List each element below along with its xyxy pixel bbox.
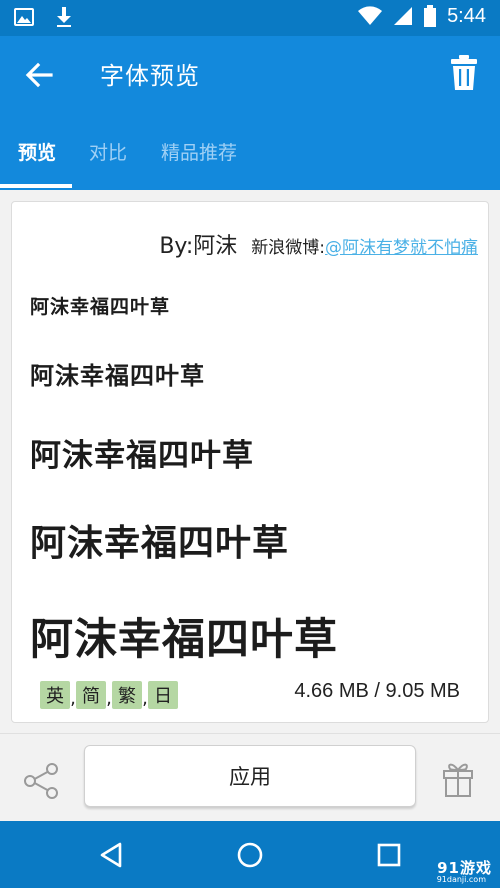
weibo-label: 新浪微博: [251, 238, 325, 258]
nav-back-icon [100, 842, 122, 868]
image-icon [14, 8, 34, 26]
nav-back-button[interactable] [96, 839, 128, 871]
file-size-info: 4.66 MB / 9.05 MB [294, 680, 460, 702]
font-sample-xl: 阿沫幸福四叶草 [30, 615, 338, 665]
gift-button[interactable] [442, 760, 474, 798]
download-icon [57, 7, 71, 27]
apply-button[interactable]: 应用 [84, 745, 416, 807]
lang-tag-english: 英 [40, 681, 70, 709]
watermark-subtext: 91danji.com [436, 875, 486, 884]
lang-tag-japanese: 日 [148, 681, 178, 709]
tab-recommended[interactable]: 精品推荐 [161, 138, 237, 165]
share-icon [24, 763, 58, 799]
status-bar: 5:44 [0, 0, 500, 36]
tab-preview[interactable]: 预览 [18, 138, 56, 165]
status-time: 5:44 [447, 4, 486, 27]
share-button[interactable] [22, 762, 60, 800]
watermark: 91游戏 91danji.com [402, 859, 492, 885]
language-tags: 英 , 简 , 繁 , 日 [40, 681, 178, 709]
signal-icon [394, 7, 413, 25]
back-arrow-icon [25, 62, 53, 88]
nav-recents-icon [377, 843, 401, 867]
nav-home-button[interactable] [234, 839, 266, 871]
delete-button[interactable] [448, 54, 480, 92]
font-author: By:阿沫 [159, 234, 238, 259]
nav-recents-button[interactable] [373, 839, 405, 871]
battery-icon [424, 5, 437, 27]
trash-icon [451, 55, 477, 90]
tab-indicator [0, 184, 72, 188]
page-title: 字体预览 [100, 62, 200, 90]
font-preview-card: By:阿沫 新浪微博: @阿沫有梦就不怕痛 阿沫幸福四叶草 阿沫幸福四叶草 阿沫… [11, 201, 489, 723]
gift-icon [443, 763, 473, 797]
app-bar: 字体预览 [0, 36, 500, 112]
lang-tag-simplified: 简 [76, 681, 106, 709]
wifi-icon [358, 6, 383, 25]
bottom-action-bar: 应用 [0, 733, 500, 821]
tab-bar: 预览 对比 精品推荐 [0, 112, 500, 190]
nav-home-icon [237, 842, 263, 868]
back-button[interactable] [22, 58, 56, 92]
font-sample-md: 阿沫幸福四叶草 [30, 438, 254, 474]
font-sample-sm: 阿沫幸福四叶草 [30, 362, 205, 390]
lang-tag-traditional: 繁 [112, 681, 142, 709]
weibo-link[interactable]: @阿沫有梦就不怕痛 [325, 233, 478, 258]
byline: By:阿沫 新浪微博: @阿沫有梦就不怕痛 [159, 228, 478, 260]
font-sample-lg: 阿沫幸福四叶草 [30, 523, 290, 564]
tab-compare[interactable]: 对比 [89, 138, 127, 165]
font-sample-xs: 阿沫幸福四叶草 [30, 296, 171, 318]
